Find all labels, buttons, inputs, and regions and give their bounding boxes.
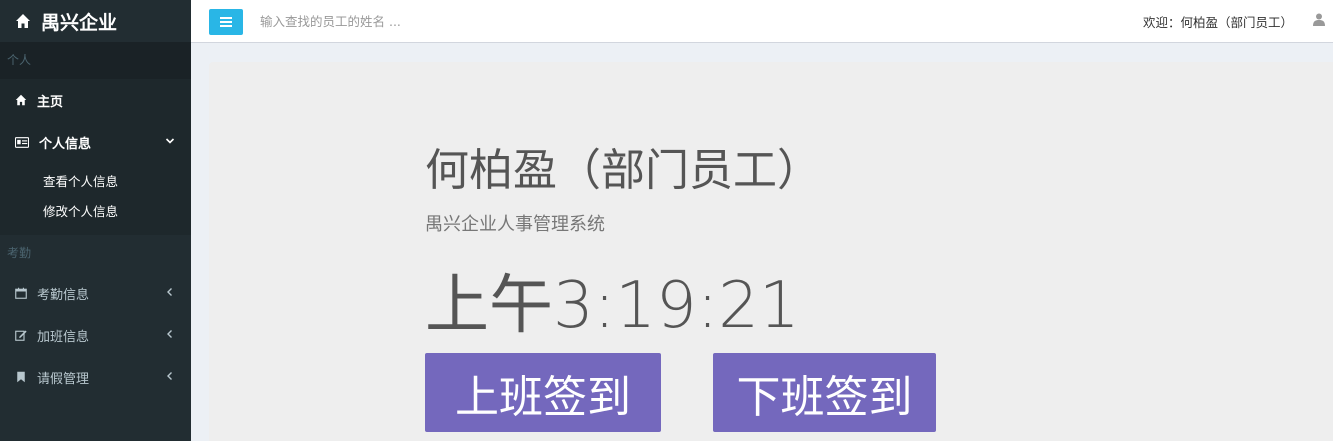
brand-logo[interactable]: 禺兴企业	[0, 0, 191, 42]
home-icon	[16, 14, 30, 28]
section-header-personal: 个人	[0, 42, 191, 79]
top-navbar: 欢迎：何柏盈（部门员工）	[191, 0, 1333, 43]
sidebar-item-label: 个人信息	[39, 136, 92, 152]
chevron-left-icon	[167, 372, 172, 380]
sidebar-item-attendance[interactable]: 考勤信息	[0, 272, 191, 314]
sidebar-item-label: 请假管理	[37, 371, 90, 387]
sidebar-item-label: 考勤信息	[37, 287, 90, 303]
user-icon[interactable]	[1313, 13, 1325, 26]
jumbotron-panel: 何柏盈（部门员工） 禺兴企业人事管理系统 上午3:19:21 上班签到 下班签到	[209, 62, 1333, 441]
sidebar: 禺兴企业 个人 主页 个人信息 查看个人信息 修改个人信息 考勤 考勤信息 加班…	[0, 0, 191, 441]
welcome-text: 欢迎：何柏盈（部门员工）	[1142, 15, 1293, 30]
submenu-personal: 查看个人信息 修改个人信息	[0, 163, 191, 235]
sidebar-item-leave[interactable]: 请假管理	[0, 356, 191, 398]
sidebar-item-label: 加班信息	[37, 329, 90, 345]
chevron-down-icon	[165, 138, 175, 144]
calendar-icon	[15, 287, 27, 299]
sidebar-toggle-button[interactable]	[209, 9, 243, 35]
sidebar-subitem-edit-info[interactable]: 修改个人信息	[0, 197, 191, 227]
id-card-icon	[15, 136, 29, 148]
edit-icon	[15, 330, 27, 341]
search-input[interactable]	[258, 10, 662, 32]
clock-display: 上午3:19:21	[425, 269, 800, 343]
home-icon	[15, 94, 27, 106]
chevron-left-icon	[167, 330, 172, 338]
sidebar-item-label: 主页	[37, 94, 64, 110]
employee-name-heading: 何柏盈（部门员工）	[425, 145, 821, 196]
bookmark-icon	[17, 371, 25, 383]
menu-icon	[220, 17, 232, 27]
sidebar-item-overtime[interactable]: 加班信息	[0, 314, 191, 356]
system-subtitle: 禺兴企业人事管理系统	[425, 214, 605, 235]
brand-title: 禺兴企业	[41, 11, 118, 34]
check-out-button[interactable]: 下班签到	[713, 353, 936, 432]
sidebar-item-personal-info[interactable]: 个人信息	[0, 121, 191, 163]
chevron-left-icon	[167, 288, 172, 296]
sidebar-item-home[interactable]: 主页	[0, 79, 191, 121]
check-in-button[interactable]: 上班签到	[425, 353, 661, 432]
sidebar-subitem-view-info[interactable]: 查看个人信息	[0, 167, 191, 197]
section-header-attendance: 考勤	[0, 235, 191, 272]
